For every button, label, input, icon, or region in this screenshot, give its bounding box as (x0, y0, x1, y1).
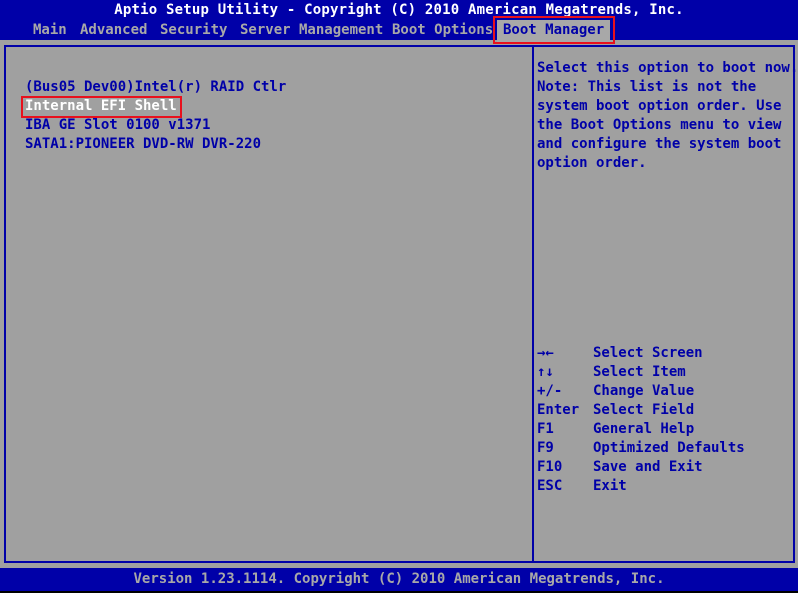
tab-main[interactable]: Main (33, 20, 67, 40)
boot-item-iba-ge[interactable]: IBA GE Slot 0100 v1371 (25, 116, 286, 135)
key-desc: Optimized Defaults (593, 440, 745, 456)
tab-server-management[interactable]: Server Management (240, 20, 383, 40)
boot-item-efi-shell[interactable]: Internal EFI Shell (21, 96, 286, 118)
panel-divider (532, 47, 534, 561)
key-label: F9 (537, 440, 554, 456)
key-label: +/- (537, 383, 563, 399)
help-line: the Boot Options menu to view (537, 117, 782, 133)
title-bar: Aptio Setup Utility - Copyright (C) 2010… (0, 0, 798, 21)
key-label: F1 (537, 421, 554, 437)
help-line: option order. (537, 155, 647, 171)
boot-item-label: Internal EFI Shell (25, 98, 177, 114)
key-row-exit: ESC Exit (537, 477, 777, 496)
help-line: system boot option order. Use (537, 98, 782, 114)
key-row-select-field: Enter Select Field (537, 401, 777, 420)
key-desc: Select Item (593, 364, 686, 380)
main-panel: (Bus05 Dev00)Intel(r) RAID Ctlr Internal… (4, 45, 798, 563)
key-label: Enter (537, 402, 580, 418)
key-row-general-help: F1 General Help (537, 420, 777, 439)
footer-version-bar: Version 1.23.1114. Copyright (C) 2010 Am… (0, 568, 798, 591)
key-row-select-item: ↑↓ Select Item (537, 363, 777, 382)
boot-device-list: (Bus05 Dev00)Intel(r) RAID Ctlr Internal… (21, 78, 286, 154)
help-line: and configure the system boot (537, 136, 782, 152)
key-row-save-exit: F10 Save and Exit (537, 458, 777, 477)
up-down-arrows-icon: ↑↓ (537, 364, 554, 380)
help-text: Select this option to boot now. Note: Th… (537, 59, 798, 173)
boot-item-sata-dvd[interactable]: SATA1:PIONEER DVD-RW DVR-220 (25, 135, 286, 154)
key-label: F10 (537, 459, 563, 475)
key-label: ESC (537, 478, 563, 494)
key-desc: Exit (593, 478, 627, 494)
boot-item-raid-ctlr[interactable]: (Bus05 Dev00)Intel(r) RAID Ctlr (25, 78, 286, 97)
help-line: Note: This list is not the (537, 79, 757, 95)
key-row-change-value: +/- Change Value (537, 382, 777, 401)
tab-advanced[interactable]: Advanced (80, 20, 147, 40)
key-desc: Select Field (593, 402, 695, 418)
bios-screen: Aptio Setup Utility - Copyright (C) 2010… (0, 0, 798, 591)
tab-boot-manager[interactable]: Boot Manager (497, 20, 611, 42)
tab-bar: Main Advanced Security Server Management… (0, 20, 798, 55)
tab-boot-options[interactable]: Boot Options (392, 20, 493, 40)
key-desc: Select Screen (593, 345, 703, 361)
key-row-select-screen: →← Select Screen (537, 344, 777, 363)
key-legend: →← Select Screen ↑↓ Select Item +/- Change … (537, 344, 777, 496)
key-desc: General Help (593, 421, 695, 437)
tab-security[interactable]: Security (160, 20, 227, 40)
help-line: Select this option to boot now. (537, 60, 798, 76)
left-right-arrows-icon: →← (537, 345, 554, 361)
key-desc: Save and Exit (593, 459, 703, 475)
key-desc: Change Value (593, 383, 695, 399)
key-row-optimized-defaults: F9 Optimized Defaults (537, 439, 777, 458)
